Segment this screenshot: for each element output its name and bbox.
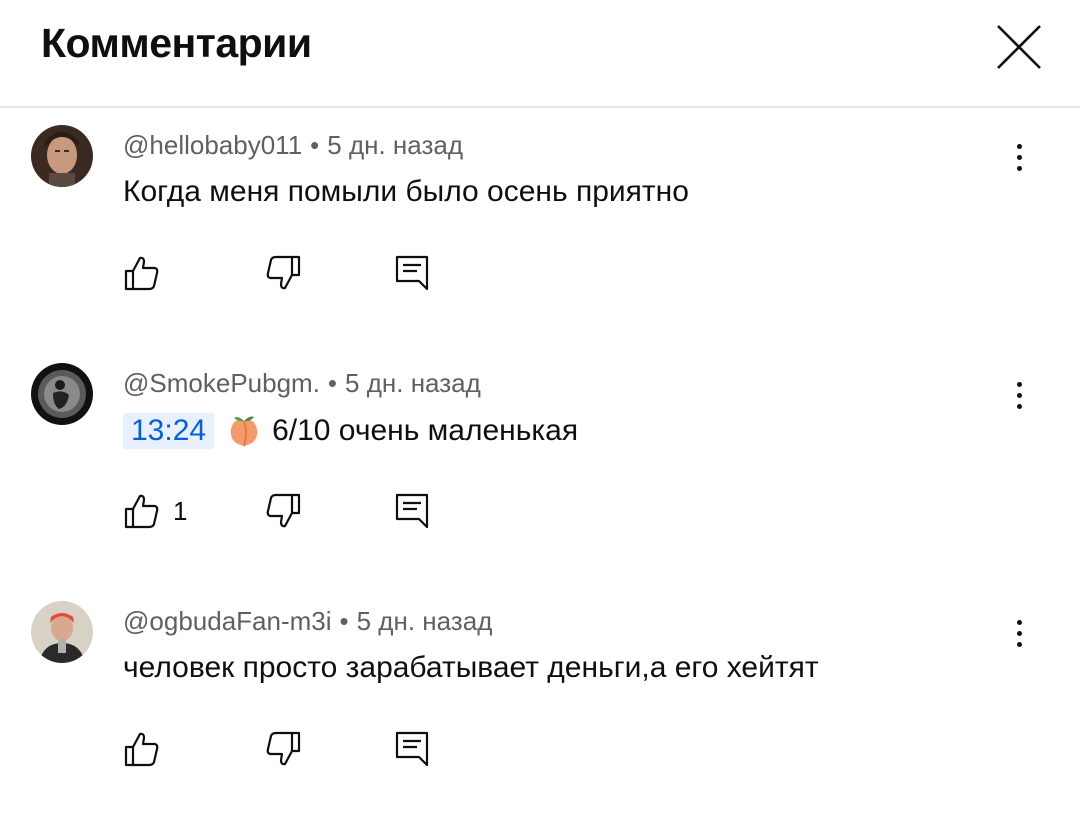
meta-separator: • xyxy=(339,606,349,636)
dot xyxy=(1016,143,1022,149)
comment-author[interactable]: @SmokePubgm. xyxy=(123,368,320,398)
thumbs-up-icon xyxy=(124,732,159,767)
dot xyxy=(1016,403,1022,409)
like-button[interactable] xyxy=(123,253,173,293)
close-button[interactable] xyxy=(990,18,1048,76)
peach-emoji-icon xyxy=(230,416,258,447)
meta-separator: • xyxy=(310,130,320,160)
avatar[interactable] xyxy=(31,125,93,187)
comment-item: @hellobaby011 • 5 дн. назад Когда меня пом… xyxy=(0,125,1080,363)
comment-time: 5 дн. назад xyxy=(327,130,464,160)
more-actions-button[interactable] xyxy=(1000,135,1038,179)
like-button[interactable]: 1 xyxy=(123,491,187,531)
dot xyxy=(1016,392,1022,398)
user-avatar-icon xyxy=(31,601,93,663)
reply-button[interactable] xyxy=(393,491,431,531)
more-actions-button[interactable] xyxy=(1000,611,1038,655)
dot xyxy=(1016,619,1022,625)
dot xyxy=(1016,165,1022,171)
close-icon xyxy=(997,25,1041,69)
thumbs-down-icon xyxy=(266,731,301,766)
user-avatar-icon xyxy=(31,125,93,187)
comment-meta: @ogbudaFan-m3i • 5 дн. назад xyxy=(123,606,492,637)
thumbs-down-icon xyxy=(266,255,301,290)
dot xyxy=(1016,154,1022,160)
comment-author[interactable]: @hellobaby011 xyxy=(123,130,302,160)
thumbs-up-icon xyxy=(124,494,159,529)
thumbs-down-icon xyxy=(266,493,301,528)
thumbs-up-icon xyxy=(124,256,159,291)
comment-item: @SmokePubgm. • 5 дн. назад 13:24 6/10 очен… xyxy=(0,363,1080,601)
more-actions-button[interactable] xyxy=(1000,373,1038,417)
comment-body: 6/10 очень маленькая xyxy=(272,414,579,447)
comment-actions xyxy=(123,729,523,769)
dislike-button[interactable] xyxy=(264,253,302,293)
comment-time: 5 дн. назад xyxy=(356,606,493,636)
comment-text: 13:24 6/10 очень маленькая xyxy=(123,413,578,449)
dislike-button[interactable] xyxy=(264,491,302,531)
like-count: 1 xyxy=(173,495,188,526)
avatar[interactable] xyxy=(31,601,93,663)
meta-separator: • xyxy=(327,368,338,398)
like-button[interactable] xyxy=(123,729,173,769)
comment-text: Когда меня помыли было осень приятно xyxy=(123,175,689,209)
reply-icon xyxy=(395,493,429,529)
comment-body: человек просто зарабатывает деньги,а его… xyxy=(123,651,819,684)
video-timestamp-link[interactable]: 13:24 xyxy=(123,413,215,449)
comment-actions: 1 xyxy=(123,491,523,531)
comment-author[interactable]: @ogbudaFan-m3i xyxy=(123,606,332,636)
comment-body: Когда меня помыли было осень приятно xyxy=(123,175,689,208)
reply-button[interactable] xyxy=(393,253,431,293)
dot xyxy=(1016,641,1022,647)
page-title: Комментарии xyxy=(41,20,312,66)
dot xyxy=(1016,630,1022,636)
comment-meta: @SmokePubgm. • 5 дн. назад xyxy=(123,368,481,399)
reply-icon xyxy=(395,255,429,291)
reply-icon xyxy=(395,731,429,767)
reply-button[interactable] xyxy=(393,729,431,769)
avatar[interactable] xyxy=(31,363,93,425)
user-avatar-icon xyxy=(31,363,93,425)
dislike-button[interactable] xyxy=(264,729,302,769)
comments-header: Комментарии xyxy=(0,0,1080,108)
comment-time: 5 дн. назад xyxy=(345,368,481,398)
comment-text: человек просто зарабатывает деньги,а его… xyxy=(123,651,819,685)
comment-item: @ogbudaFan-m3i • 5 дн. назад человек прост… xyxy=(0,601,1080,839)
comment-actions xyxy=(123,253,523,293)
dot xyxy=(1016,381,1022,387)
comment-meta: @hellobaby011 • 5 дн. назад xyxy=(123,130,463,161)
